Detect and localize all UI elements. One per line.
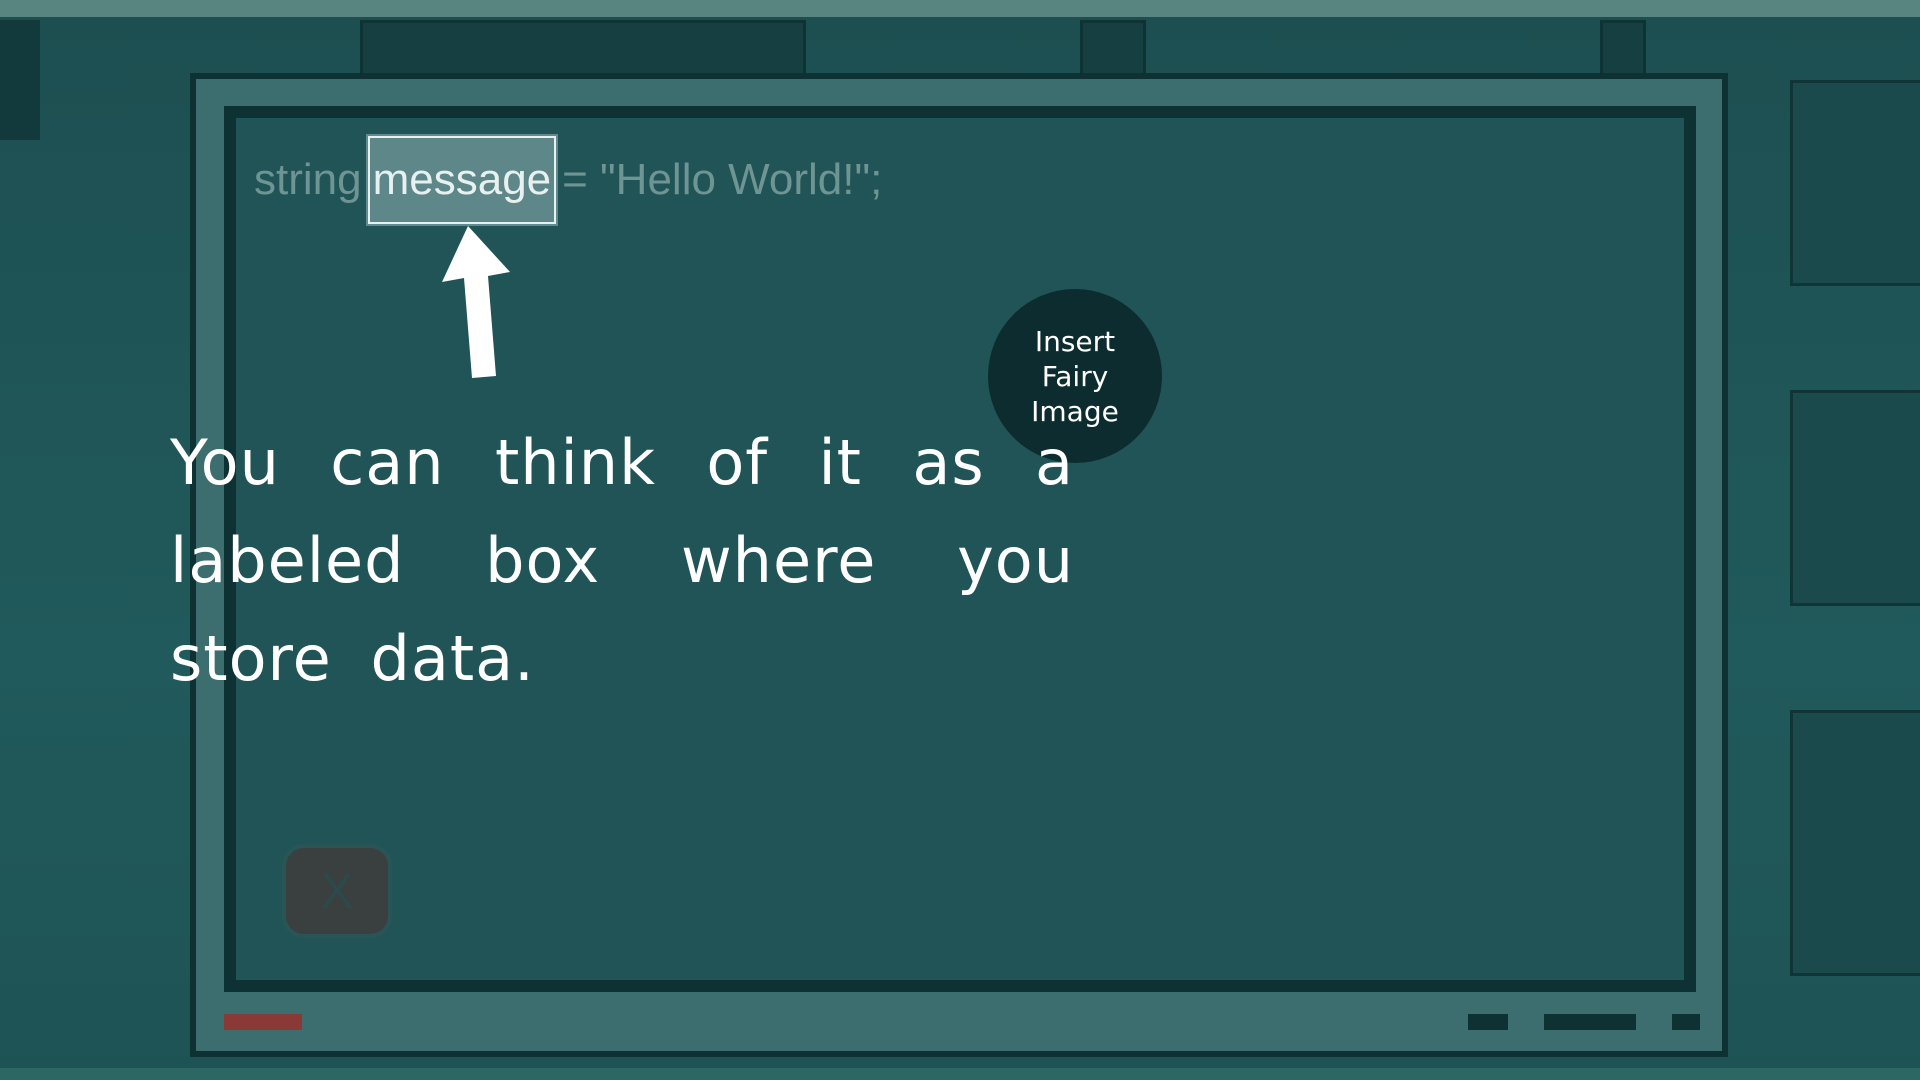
background-shelf: [360, 20, 806, 76]
highlighted-variable: message: [365, 134, 559, 226]
background-shelf: [1080, 20, 1146, 76]
code-prefix: string: [254, 155, 362, 204]
code-suffix: = "Hello World!";: [562, 155, 883, 204]
wall-trim: [0, 1068, 1920, 1080]
computer-desk: [1790, 390, 1920, 606]
computer-desk: [1790, 80, 1920, 286]
computer-desk: [1790, 710, 1920, 976]
up-arrow-icon: [442, 226, 510, 378]
close-icon: X: [320, 863, 354, 919]
plant-decoration: [0, 20, 40, 140]
chalk-tray-item: [1468, 1014, 1508, 1030]
fairy-placeholder-label: Insert Fairy Image: [1031, 324, 1119, 428]
background-shelf: [1600, 20, 1646, 76]
chalk-tray-red: [224, 1014, 302, 1030]
chalk-tray-item: [1672, 1014, 1700, 1030]
chalk-tray-item: [1544, 1014, 1636, 1030]
top-strip: [0, 0, 1920, 17]
code-line: string message = "Hello World!";: [254, 134, 883, 226]
dialogue-caption: You can think of it as a labeled box whe…: [170, 426, 1074, 695]
close-button[interactable]: X: [282, 844, 392, 938]
